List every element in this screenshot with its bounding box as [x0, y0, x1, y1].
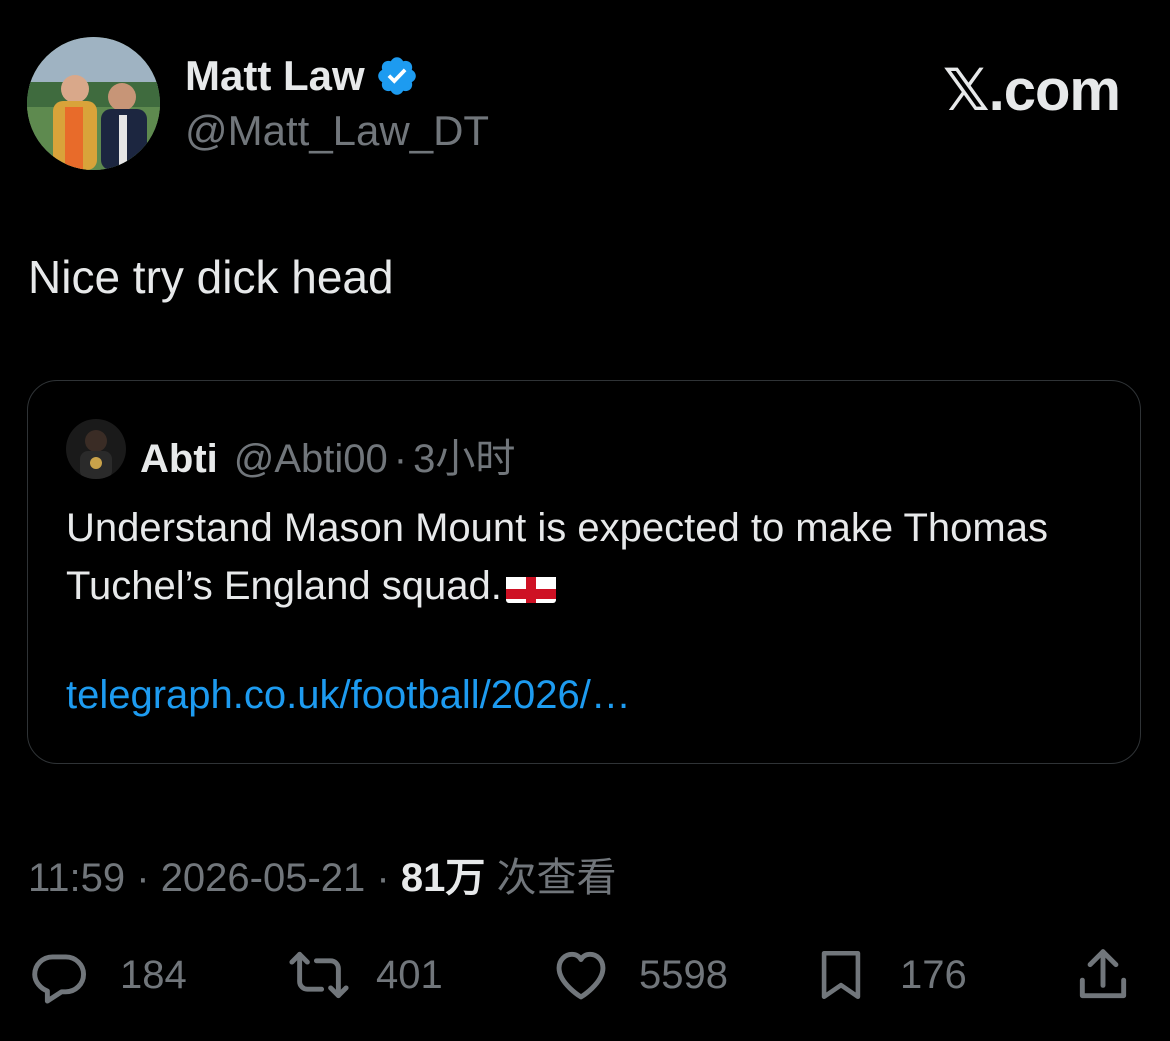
quoted-tweet-header: Abti @Abti00 · 3小时: [140, 426, 515, 484]
quoted-author-name[interactable]: Abti: [140, 437, 218, 482]
quoted-author-handle[interactable]: @Abti00: [234, 437, 388, 482]
like-count: 5598: [639, 952, 728, 997]
quoted-tweet-time[interactable]: 3小时: [413, 426, 515, 484]
author-display-name[interactable]: Matt Law: [185, 52, 365, 100]
separator-dot: ·: [393, 437, 408, 481]
repost-button[interactable]: 401: [286, 940, 443, 1010]
quoted-tweet-body: Understand Mason Mount is expected to ma…: [66, 506, 1048, 608]
quoted-tweet-link[interactable]: telegraph.co.uk/football/2026/…: [66, 673, 631, 718]
quoted-author-avatar[interactable]: [66, 419, 126, 479]
bookmark-button[interactable]: 176: [812, 940, 967, 1010]
author-name-row[interactable]: Matt Law: [185, 52, 419, 100]
tweet-date[interactable]: 2026-05-21: [161, 856, 366, 900]
tweet-text: Nice try dick head: [28, 251, 394, 303]
tweet-time[interactable]: 11:59: [28, 856, 125, 900]
england-flag-icon: [505, 569, 556, 603]
view-count: 81万: [400, 856, 486, 900]
bookmark-icon: [812, 944, 870, 1006]
repost-count: 401: [376, 952, 443, 997]
brand-suffix: .com: [988, 58, 1121, 123]
meta-separator: ·: [125, 856, 161, 900]
share-button[interactable]: [1072, 940, 1134, 1010]
quoted-tweet-text: Understand Mason Mount is expected to ma…: [66, 499, 1116, 615]
x-logo-icon: 𝕏: [942, 56, 990, 124]
repost-icon: [286, 944, 352, 1006]
reply-count: 184: [120, 952, 187, 997]
tweet-action-bar: 184 401 5598 176: [0, 940, 1170, 1010]
author-handle[interactable]: @Matt_Law_DT: [185, 107, 489, 155]
reply-icon: [28, 944, 90, 1006]
x-brand-logo: 𝕏.com: [942, 56, 1121, 124]
quoted-tweet-card[interactable]: Abti @Abti00 · 3小时 Understand Mason Moun…: [27, 380, 1141, 764]
share-icon: [1072, 944, 1134, 1006]
heart-icon: [549, 944, 613, 1006]
reply-button[interactable]: 184: [28, 940, 187, 1010]
author-avatar[interactable]: [27, 37, 160, 170]
verified-badge-icon: [375, 54, 419, 98]
bookmark-count: 176: [900, 952, 967, 997]
tweet-meta: 11:59 · 2026-05-21 · 81万 次查看: [28, 845, 616, 903]
view-count-label: 次查看: [485, 856, 617, 900]
like-button[interactable]: 5598: [549, 940, 728, 1010]
meta-separator: ·: [365, 856, 401, 900]
